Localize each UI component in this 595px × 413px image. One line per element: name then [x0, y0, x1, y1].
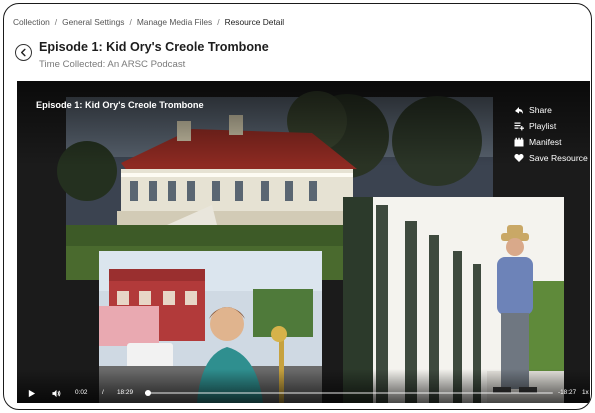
- player-controls: 0:02 / 18:29 -18:27 1x: [17, 383, 590, 403]
- page-title: Episode 1: Kid Ory's Creole Trombone: [39, 40, 269, 54]
- duration: 18:29: [117, 389, 133, 396]
- video-player[interactable]: Episode 1: Kid Ory's Creole Trombone Sha…: [17, 81, 590, 403]
- progress-bar[interactable]: [145, 390, 553, 396]
- save-resource-action[interactable]: Save Resource: [513, 150, 589, 166]
- play-icon: [28, 389, 35, 397]
- progress-handle[interactable]: [145, 390, 151, 396]
- page-frame: Collection / General Settings / Manage M…: [3, 3, 592, 410]
- back-button[interactable]: [15, 44, 32, 61]
- breadcrumb-separator: /: [54, 17, 58, 27]
- share-icon: [513, 105, 524, 116]
- volume-button[interactable]: [51, 388, 62, 398]
- breadcrumb-current: Resource Detail: [224, 17, 285, 27]
- share-action[interactable]: Share: [513, 102, 589, 118]
- breadcrumb-item-general-settings[interactable]: General Settings: [62, 17, 124, 27]
- breadcrumb-separator: /: [129, 17, 132, 27]
- chevron-left-icon: [20, 48, 26, 57]
- playback-speed-button[interactable]: 1x: [582, 389, 589, 396]
- playlist-action[interactable]: Playlist: [513, 118, 589, 134]
- volume-icon: [52, 389, 61, 397]
- manifest-icon: [513, 137, 524, 148]
- manifest-action[interactable]: Manifest: [513, 134, 589, 150]
- playlist-add-icon: [513, 121, 524, 132]
- page-subtitle: Time Collected: An ARSC Podcast: [39, 59, 186, 70]
- player-actions: Share Playlist Manifest Save Resource: [513, 102, 589, 166]
- save-resource-label: Save Resource: [529, 153, 588, 163]
- time-separator: /: [102, 389, 104, 396]
- breadcrumb: Collection / General Settings / Manage M…: [13, 17, 284, 27]
- breadcrumb-item-manage-media-files[interactable]: Manage Media Files: [137, 17, 212, 27]
- manifest-label: Manifest: [529, 137, 562, 147]
- video-overlay-title: Episode 1: Kid Ory's Creole Trombone: [36, 100, 204, 110]
- share-label: Share: [529, 105, 552, 115]
- breadcrumb-separator: /: [217, 17, 220, 27]
- breadcrumb-item-collection[interactable]: Collection: [13, 17, 50, 27]
- top-gradient: [17, 81, 590, 166]
- remaining-time: -18:27: [558, 389, 577, 396]
- playlist-label: Playlist: [529, 121, 557, 131]
- play-button[interactable]: [26, 388, 36, 398]
- heart-icon: [513, 153, 524, 164]
- current-time: 0:02: [75, 389, 88, 396]
